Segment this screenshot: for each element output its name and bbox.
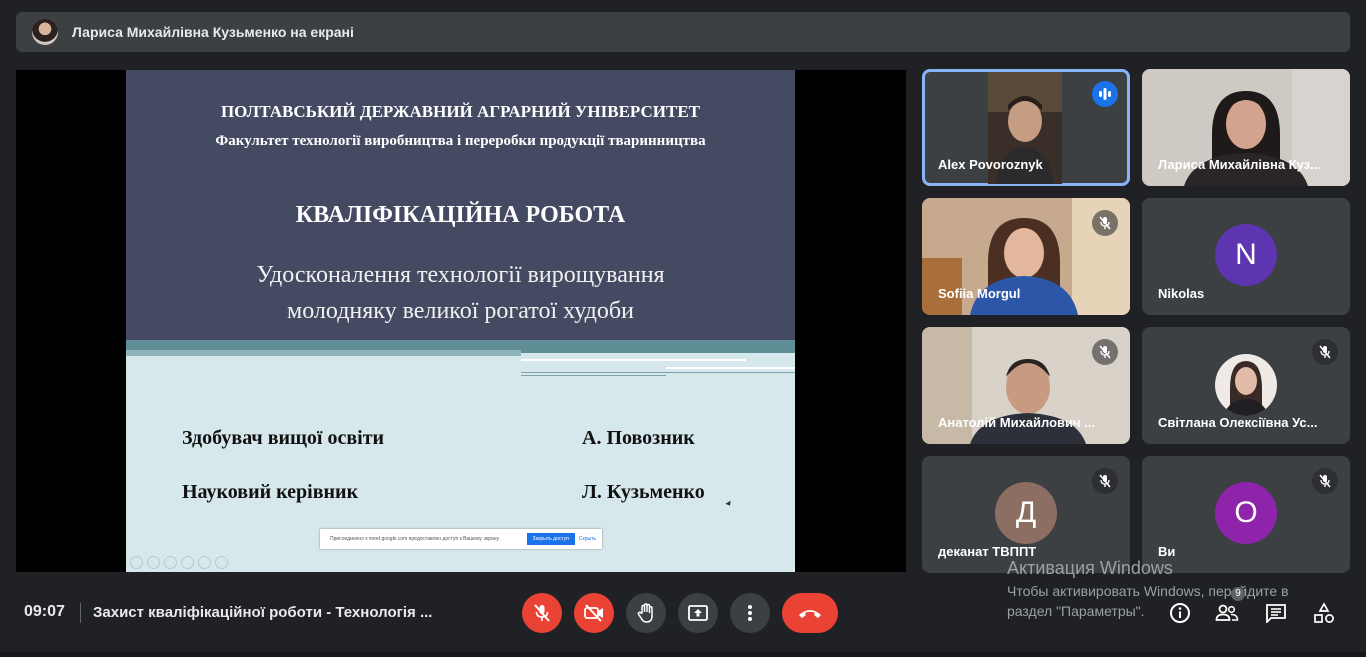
participant-name: Sofiia Morgul — [938, 286, 1021, 301]
activities-icon — [1314, 602, 1334, 623]
participant-avatar: N — [1215, 223, 1277, 286]
slide-university: ПОЛТАВСЬКИЙ ДЕРЖАВНИЙ АГРАРНИЙ УНІВЕРСИТ… — [220, 102, 701, 121]
mic-muted-indicator — [1312, 468, 1338, 494]
slides-icon[interactable] — [181, 556, 194, 569]
shared-screen: ПОЛТАВСЬКИЙ ДЕРЖАВНИЙ АГРАРНИЙ УНІВЕРСИТ… — [16, 70, 906, 572]
presenter-avatar — [32, 19, 58, 45]
microphone-toggle-button[interactable] — [522, 593, 562, 633]
divider — [80, 603, 81, 623]
speaking-bars-icon — [1099, 88, 1111, 100]
slideshow-controls — [130, 556, 228, 569]
hang-up-icon — [799, 610, 821, 618]
mic-off-icon — [1319, 474, 1331, 488]
zoom-icon[interactable] — [198, 556, 211, 569]
mic-off-icon — [1099, 474, 1111, 488]
mic-off-icon — [1099, 345, 1111, 359]
participant-name: Анатолій Михайлович ... — [938, 415, 1096, 430]
mic-muted-indicator — [1092, 339, 1118, 365]
slide-faculty: Факультет технології виробництва і перер… — [215, 133, 706, 149]
meeting-details-button[interactable] — [1167, 600, 1193, 626]
chat-button[interactable] — [1263, 600, 1289, 626]
mic-muted-indicator — [1092, 210, 1118, 236]
leave-call-button[interactable] — [782, 593, 838, 633]
presenting-banner-text: Лариса Михайлівна Кузьменко на екрані — [72, 24, 354, 40]
slide-title: КВАЛІФІКАЦІЙНА РОБОТА — [295, 202, 626, 228]
participant-avatar: Д — [995, 481, 1057, 544]
hide-notice-link[interactable]: Скрыть — [579, 536, 596, 542]
more-vert-icon — [748, 605, 752, 621]
slide-supervisor-label: Науковий керівник — [182, 481, 359, 503]
meeting-title[interactable]: Захист кваліфікаційної роботи - Технолог… — [93, 604, 432, 621]
participant-tile[interactable]: Alex Povoroznyk — [922, 69, 1130, 186]
windows-activation-text-2: раздел "Параметры". — [1007, 603, 1145, 619]
info-icon — [1170, 603, 1190, 623]
windows-activation-text: Чтобы активировать Windows, перейдите в — [1007, 583, 1289, 599]
meeting-clock: 09:07 — [24, 603, 65, 620]
slide-supervisor-name: Л. Кузьменко — [582, 481, 705, 503]
mic-off-icon — [1319, 345, 1331, 359]
mic-off-icon — [534, 604, 550, 622]
slide-deco-line — [521, 375, 666, 376]
slide-subtitle-line1: Удосконалення технології вирощування — [256, 262, 665, 288]
participant-tile[interactable]: Лариса Михайлівна Куз... — [1142, 69, 1350, 186]
slide-deco-line — [666, 367, 795, 369]
participant-name: деканат ТВППТ — [938, 544, 1037, 559]
participant-name: Ви — [1158, 544, 1176, 559]
stop-sharing-button[interactable]: Закрыть доступ — [526, 533, 575, 545]
participant-avatar: О — [1215, 481, 1277, 544]
prev-slide-icon[interactable] — [130, 556, 143, 569]
raise-hand-button[interactable] — [626, 593, 666, 633]
hand-icon — [637, 603, 653, 623]
mic-muted-indicator — [1312, 339, 1338, 365]
presenting-banner: Лариса Михайлівна Кузьменко на екрані — [16, 12, 1350, 52]
participant-name: Alex Povoroznyk — [938, 157, 1043, 172]
more-options-button[interactable] — [730, 593, 770, 633]
speaking-indicator — [1092, 81, 1118, 107]
pen-icon[interactable] — [164, 556, 177, 569]
people-button[interactable] — [1214, 600, 1240, 626]
participant-tile[interactable]: Анатолій Михайлович ... — [922, 327, 1130, 444]
participant-tile[interactable]: N Nikolas — [1142, 198, 1350, 315]
slide-divider-light — [126, 350, 521, 356]
participant-tile[interactable]: Світлана Олексіївна Ус... — [1142, 327, 1350, 444]
windows-activation-title: Активация Windows — [1007, 558, 1173, 578]
next-slide-icon[interactable] — [147, 556, 160, 569]
more-icon[interactable] — [215, 556, 228, 569]
mic-off-icon — [1099, 216, 1111, 230]
taskbar-strip — [0, 652, 1366, 657]
slide-deco-line — [521, 359, 746, 361]
mic-muted-indicator — [1092, 468, 1118, 494]
participant-tile[interactable]: Sofiia Morgul — [922, 198, 1130, 315]
people-icon — [1215, 604, 1239, 621]
participant-tile[interactable]: Д деканат ТВППТ — [922, 456, 1130, 573]
participant-name: Лариса Михайлівна Куз... — [1158, 157, 1321, 172]
camera-toggle-button[interactable] — [574, 593, 614, 633]
slide-subtitle-line2: молодняку великої рогатої худоби — [287, 298, 634, 324]
people-count-badge: 9 — [1231, 587, 1245, 601]
present-screen-button[interactable] — [678, 593, 718, 633]
participant-name: Світлана Олексіївна Ус... — [1158, 415, 1318, 430]
participant-name: Nikolas — [1158, 286, 1205, 301]
presentation-slide: ПОЛТАВСЬКИЙ ДЕРЖАВНИЙ АГРАРНИЙ УНІВЕРСИТ… — [126, 70, 795, 572]
slide-student-label: Здобувач вищої освіти — [182, 427, 385, 449]
slide-student-name: А. Повозник — [582, 427, 695, 449]
participant-tile-self[interactable]: О Ви — [1142, 456, 1350, 573]
screen-share-notice: Присоединено к meet.google.com предостав… — [320, 529, 602, 549]
slide-deco-line — [521, 372, 795, 373]
chat-icon — [1266, 604, 1286, 623]
present-icon — [688, 605, 708, 621]
mouse-cursor-icon — [725, 500, 733, 508]
share-notice-text: Присоединено к meet.google.com предостав… — [330, 536, 500, 542]
activities-button[interactable] — [1311, 600, 1337, 626]
camera-off-icon — [584, 604, 603, 622]
